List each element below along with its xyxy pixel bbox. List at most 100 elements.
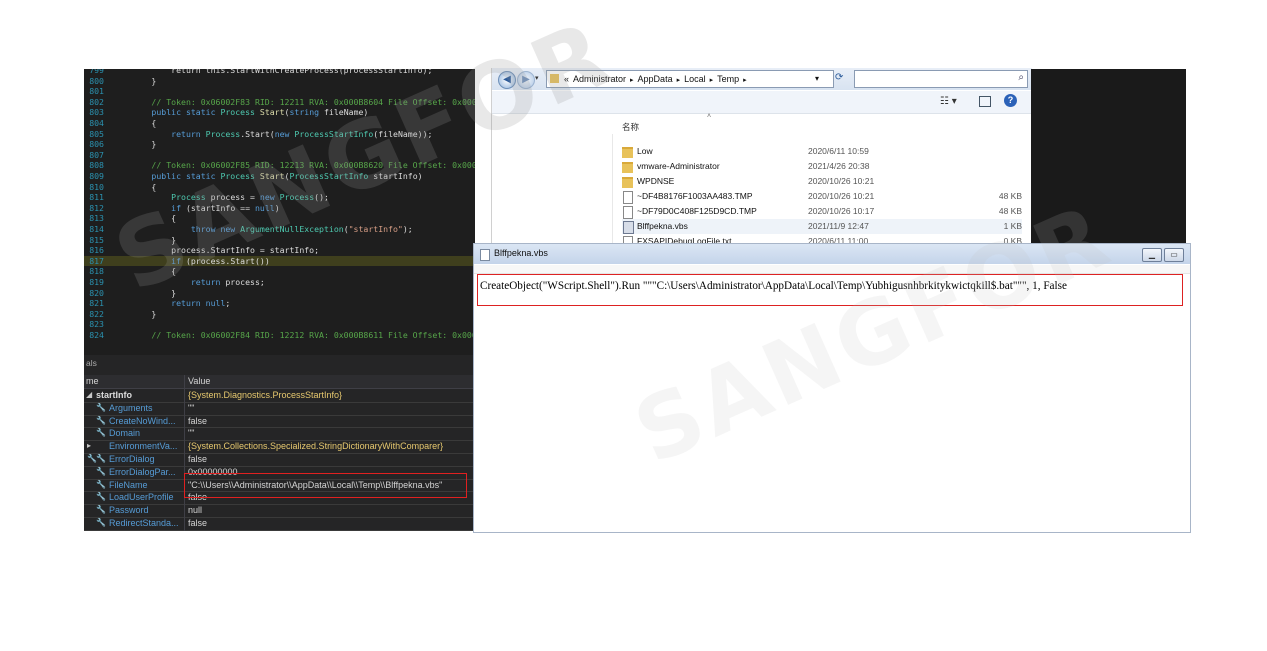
code-line[interactable]: 800 } bbox=[84, 76, 475, 87]
address-input[interactable]: «Administrator ▸ AppData ▸ Local ▸ Temp ▸ ▾ bbox=[546, 70, 834, 88]
line-number: 809 bbox=[89, 171, 104, 181]
locals-row[interactable]: ▸🔧 EnvironmentVa... {System.Collections.Sp… bbox=[84, 440, 473, 463]
code-line[interactable]: 811 Process process = new Process(); bbox=[84, 192, 475, 203]
code-token: // Token: 0x06002F83 RID: 12211 RVA: 0x0… bbox=[112, 96, 475, 107]
locals-row[interactable]: 🔧 Password null bbox=[84, 504, 473, 518]
help-icon[interactable]: ? bbox=[1004, 94, 1017, 107]
column-divider[interactable] bbox=[184, 375, 185, 531]
forward-icon[interactable]: ▶ bbox=[517, 71, 535, 89]
property-value: false bbox=[188, 518, 208, 528]
code-token: } bbox=[112, 75, 157, 86]
code-token: { bbox=[112, 181, 157, 192]
file-row[interactable]: Blffpekna.vbs 2021/11/9 12:47 1 KB bbox=[622, 219, 1022, 234]
column-name-header[interactable]: me bbox=[84, 375, 186, 388]
line-number: 810 bbox=[89, 181, 104, 192]
breadcrumb-arrow-icon[interactable]: ▸ bbox=[677, 77, 681, 84]
property-name: Password bbox=[109, 505, 149, 516]
file-row[interactable]: Low 2020/6/11 10:59 bbox=[622, 144, 1022, 159]
code-token: return bbox=[112, 298, 206, 309]
file-date: 2020/10/26 10:21 bbox=[808, 191, 875, 201]
code-line[interactable]: 819 return process; bbox=[84, 277, 475, 288]
notepad-titlebar[interactable]: Blffpekna.vbs ▁ ▭ bbox=[474, 244, 1190, 264]
property-value: {System.Diagnostics.ProcessStartInfo} bbox=[188, 390, 343, 400]
script-file-icon bbox=[623, 221, 634, 234]
code-line[interactable]: 815 } bbox=[84, 235, 475, 246]
back-icon[interactable]: ◀ bbox=[498, 71, 516, 89]
column-value-header[interactable]: Value bbox=[188, 375, 210, 388]
code-line[interactable]: 808 // Token: 0x06002F85 RID: 12213 RVA:… bbox=[84, 160, 475, 171]
code-token: } bbox=[112, 234, 177, 245]
property-name: Domain bbox=[109, 428, 141, 439]
file-icon bbox=[623, 191, 633, 204]
code-line[interactable]: 821 return null; bbox=[84, 298, 475, 309]
locals-row[interactable]: 🔧 Arguments "" bbox=[84, 402, 473, 416]
breadcrumb-item[interactable]: AppData bbox=[638, 74, 673, 84]
code-line[interactable]: 801 bbox=[84, 86, 475, 97]
line-number: 805 bbox=[89, 128, 104, 139]
locals-row[interactable]: 🔧 ErrorDialog false bbox=[84, 453, 473, 467]
code-line[interactable]: 809 public static Process Start(ProcessS… bbox=[84, 171, 475, 182]
code-line[interactable]: 799 return this.StartWithCreateProcess(p… bbox=[84, 69, 475, 76]
code-line[interactable]: 816 process.StartInfo = startInfo; bbox=[84, 245, 475, 256]
code-line[interactable]: 804 { bbox=[84, 118, 475, 129]
code-line[interactable]: 810 { bbox=[84, 182, 475, 193]
minimize-icon[interactable]: ▁ bbox=[1142, 248, 1162, 262]
locals-row[interactable]: ◢ startInfo {System.Diagnostics.ProcessSta… bbox=[84, 389, 473, 403]
property-name: Arguments bbox=[109, 402, 153, 413]
history-dropdown-icon[interactable]: ▾ bbox=[535, 74, 539, 82]
code-line[interactable]: 820 } bbox=[84, 288, 475, 299]
code-line[interactable]: 818 { bbox=[84, 266, 475, 277]
code-token: Process bbox=[205, 128, 241, 139]
breadcrumb-item[interactable]: « bbox=[564, 74, 569, 84]
code-token: Process bbox=[112, 192, 206, 203]
breadcrumb-item[interactable]: Temp bbox=[717, 74, 739, 84]
file-row[interactable]: vmware-Administrator 2021/4/26 20:38 bbox=[622, 159, 1022, 174]
code-token: } bbox=[112, 287, 177, 298]
preview-pane-icon[interactable] bbox=[979, 96, 991, 107]
code-token: .Start( bbox=[240, 128, 275, 139]
file-row[interactable]: ~DF79D0C408F125D9CD.TMP 2020/10/26 10:17 4… bbox=[622, 204, 1022, 219]
breadcrumb-arrow-icon[interactable]: ▸ bbox=[743, 77, 747, 84]
breadcrumb-arrow-icon[interactable]: ▸ bbox=[710, 77, 714, 84]
notepad-text[interactable]: CreateObject("WScript.Shell").Run """C:\… bbox=[480, 280, 1067, 292]
code-editor[interactable]: 799 return this.StartWithCreateProcess(p… bbox=[84, 69, 475, 355]
code-line[interactable]: 806 } bbox=[84, 139, 475, 150]
explorer-window: ◀ ▶ ▾ «Administrator ▸ AppData ▸ Local ▸ Temp ▸… bbox=[491, 68, 1032, 249]
view-options-icon[interactable]: ☷ ▾ bbox=[940, 96, 957, 107]
code-line[interactable]: 824 // Token: 0x06002F84 RID: 12212 RVA:… bbox=[84, 330, 475, 341]
code-line[interactable]: 805 return Process.Start(new ProcessStar… bbox=[84, 129, 475, 140]
breadcrumb-item[interactable]: Administrator bbox=[573, 74, 626, 84]
code-token: Process bbox=[279, 192, 315, 203]
refresh-icon[interactable]: ⟳ bbox=[835, 72, 843, 83]
locals-row[interactable]: 🔧 RedirectStanda... false bbox=[84, 517, 473, 531]
line-number: 817 bbox=[89, 255, 104, 266]
code-token: new bbox=[274, 128, 295, 139]
chevron-down-icon[interactable]: ▾ bbox=[815, 71, 819, 87]
code-token: } bbox=[112, 139, 157, 150]
maximize-icon[interactable]: ▭ bbox=[1164, 248, 1184, 262]
background-window bbox=[1031, 69, 1186, 244]
code-line[interactable]: 803 public static Process Start(string f… bbox=[84, 107, 475, 118]
code-line[interactable]: 822 } bbox=[84, 309, 475, 320]
search-input[interactable]: ⌕ bbox=[854, 70, 1028, 88]
code-line[interactable]: 823 bbox=[84, 319, 475, 330]
property-wrench-icon: 🔧 bbox=[96, 415, 106, 425]
file-row[interactable]: WPDNSE 2020/10/26 10:21 bbox=[622, 174, 1022, 189]
locals-row[interactable]: 🔧 CreateNoWind... false bbox=[84, 415, 473, 429]
explorer-toolbar: ☷ ▾ ? bbox=[492, 91, 1032, 114]
file-row[interactable]: ~DF4B8176F1003AA483.TMP 2020/10/26 10:21 4… bbox=[622, 189, 1022, 204]
locals-tab[interactable]: als bbox=[84, 357, 473, 369]
breadcrumb-item[interactable]: Local bbox=[684, 74, 706, 84]
locals-row[interactable]: 🔧 Domain "" bbox=[84, 427, 473, 442]
breadcrumb-arrow-icon[interactable]: ▸ bbox=[630, 77, 634, 84]
code-line[interactable]: 814 throw new ArgumentNullException("sta… bbox=[84, 224, 475, 235]
line-number: 807 bbox=[89, 149, 104, 160]
code-line[interactable]: 813 { bbox=[84, 213, 475, 224]
code-line[interactable]: 802 // Token: 0x06002F83 RID: 12211 RVA:… bbox=[84, 97, 475, 108]
line-number: 804 bbox=[89, 118, 104, 128]
code-line[interactable]: 812 if (startInfo == null) bbox=[84, 203, 475, 214]
code-line[interactable]: 807 bbox=[84, 150, 475, 161]
code-line[interactable]: 817 if (process.Start()) bbox=[84, 255, 475, 267]
search-icon[interactable]: ⌕ bbox=[1018, 72, 1024, 83]
expand-icon[interactable]: ◢ bbox=[86, 389, 96, 402]
